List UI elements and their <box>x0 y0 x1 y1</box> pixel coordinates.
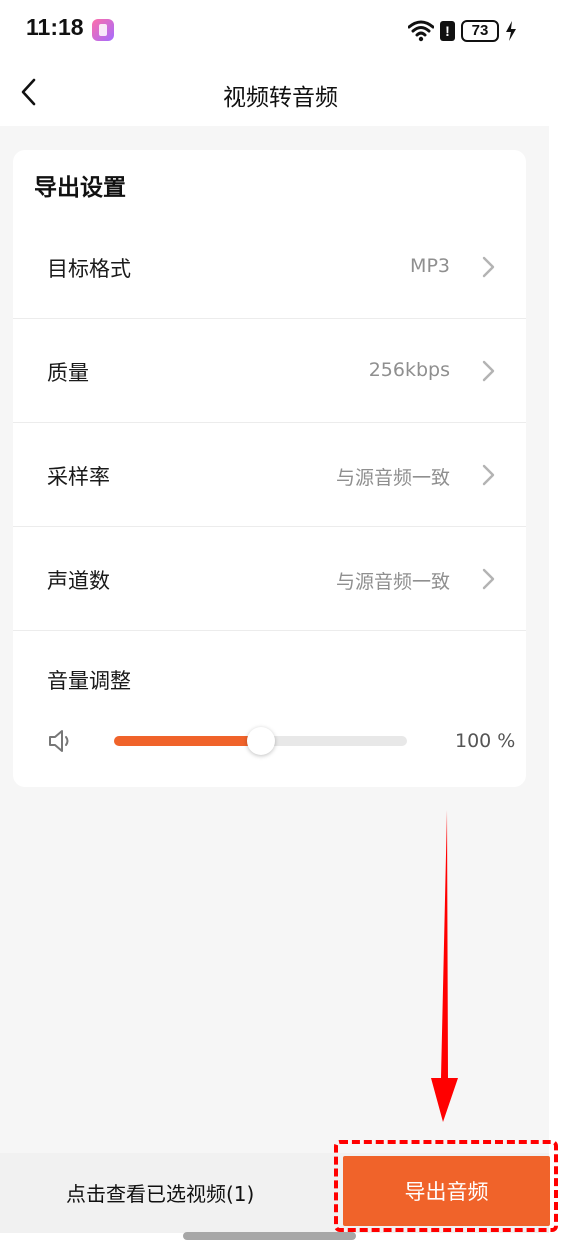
view-selected-videos-link[interactable]: 点击查看已选视频(1) <box>66 1178 254 1207</box>
chevron-right-icon <box>482 256 495 278</box>
volume-value: 100 % <box>455 730 516 752</box>
setting-row-format[interactable]: 目标格式 MP3 <box>13 215 526 319</box>
status-bar: 11:18 ! 73 <box>0 0 561 60</box>
status-icons: ! 73 <box>408 17 517 45</box>
wifi-icon <box>408 20 434 42</box>
annotation-arrow <box>431 810 458 1122</box>
status-time: 11:18 <box>26 14 84 40</box>
setting-value: 256kbps <box>368 359 450 381</box>
app-notification-icon <box>92 19 114 41</box>
section-title: 导出设置 <box>34 175 126 201</box>
volume-slider-fill <box>114 736 261 746</box>
battery-indicator: 73 <box>461 20 499 42</box>
speaker-icon[interactable] <box>47 727 75 755</box>
setting-row-channels[interactable]: 声道数 与源音频一致 <box>13 527 526 631</box>
setting-row-quality[interactable]: 质量 256kbps <box>13 319 526 423</box>
setting-row-sample-rate[interactable]: 采样率 与源音频一致 <box>13 423 526 527</box>
page-title: 视频转音频 <box>223 85 338 111</box>
chevron-right-icon <box>482 568 495 590</box>
setting-value: 与源音频一致 <box>335 571 450 593</box>
setting-label: 目标格式 <box>47 257 131 281</box>
nav-bar: 视频转音频 <box>0 60 561 126</box>
setting-label: 采样率 <box>47 465 110 489</box>
setting-label: 质量 <box>47 361 89 385</box>
chevron-right-icon <box>482 464 495 486</box>
alert-icon: ! <box>440 21 455 41</box>
volume-slider[interactable] <box>114 727 407 755</box>
annotation-highlight-box <box>334 1140 558 1232</box>
chevron-right-icon <box>482 360 495 382</box>
home-indicator[interactable] <box>183 1232 356 1240</box>
setting-value: 与源音频一致 <box>335 467 450 489</box>
setting-label: 声道数 <box>47 569 110 593</box>
volume-slider-thumb[interactable] <box>246 727 275 755</box>
setting-value: MP3 <box>410 255 450 277</box>
volume-label: 音量调整 <box>47 669 131 693</box>
charging-bolt-icon <box>506 21 516 41</box>
